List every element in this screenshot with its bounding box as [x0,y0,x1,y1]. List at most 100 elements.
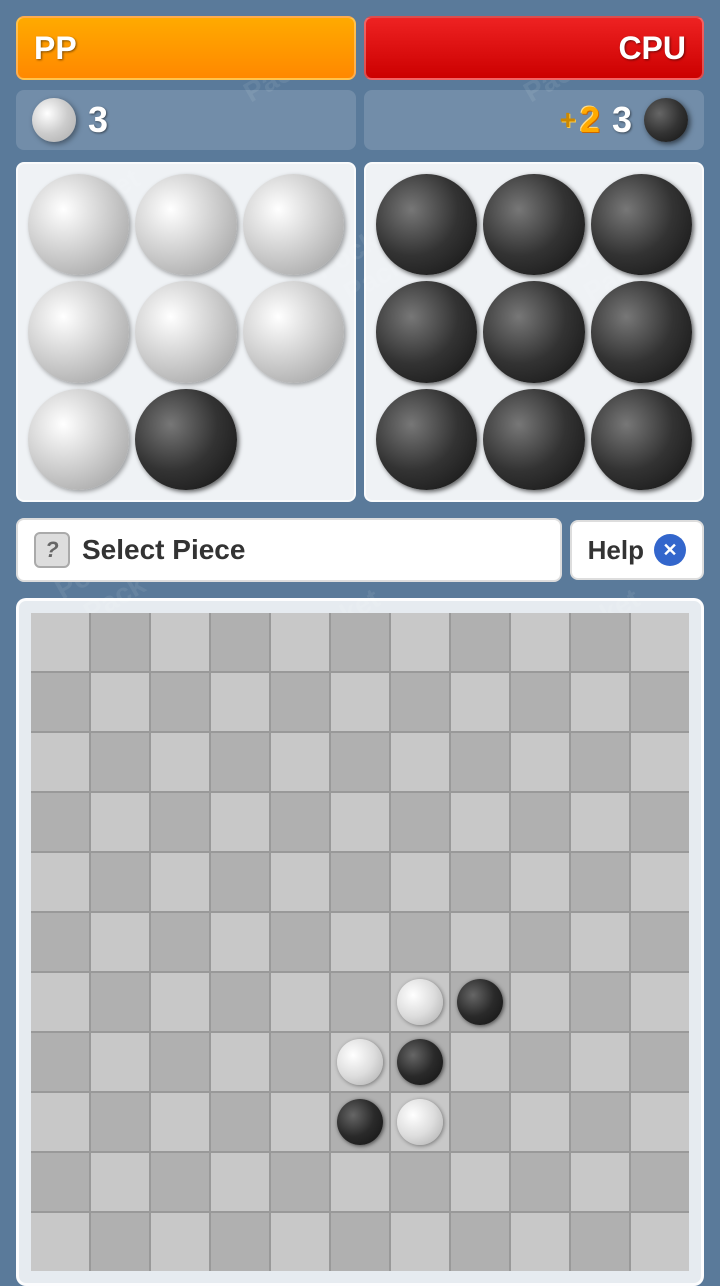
board-cell-8-10[interactable] [631,1093,689,1151]
board-cell-9-2[interactable] [151,1153,209,1211]
board-cell-5-0[interactable] [31,913,89,971]
board-cell-3-10[interactable] [631,793,689,851]
board-cell-6-8[interactable] [511,973,569,1031]
board-cell-0-3[interactable] [211,613,269,671]
board-cell-5-9[interactable] [571,913,629,971]
board-cell-3-3[interactable] [211,793,269,851]
board-cell-8-0[interactable] [31,1093,89,1151]
board-cell-2-10[interactable] [631,733,689,791]
board-cell-6-0[interactable] [31,973,89,1031]
board-cell-10-8[interactable] [511,1213,569,1271]
board-cell-10-10[interactable] [631,1213,689,1271]
board-cell-5-7[interactable] [451,913,509,971]
board-cell-9-4[interactable] [271,1153,329,1211]
board-cell-5-6[interactable] [391,913,449,971]
board-cell-4-0[interactable] [31,853,89,911]
board-cell-0-4[interactable] [271,613,329,671]
board-cell-7-6[interactable] [391,1033,449,1091]
board-cell-9-8[interactable] [511,1153,569,1211]
board-cell-4-10[interactable] [631,853,689,911]
board-cell-7-5[interactable] [331,1033,389,1091]
board-cell-3-8[interactable] [511,793,569,851]
board-cell-4-8[interactable] [511,853,569,911]
board-cell-0-6[interactable] [391,613,449,671]
board-cell-9-1[interactable] [91,1153,149,1211]
board-cell-10-3[interactable] [211,1213,269,1271]
board-cell-1-8[interactable] [511,673,569,731]
board-cell-1-9[interactable] [571,673,629,731]
board-cell-7-2[interactable] [151,1033,209,1091]
board-cell-0-8[interactable] [511,613,569,671]
board-cell-1-10[interactable] [631,673,689,731]
board-cell-9-10[interactable] [631,1153,689,1211]
board-cell-10-7[interactable] [451,1213,509,1271]
board-cell-5-5[interactable] [331,913,389,971]
select-piece-box[interactable]: ? Select Piece [16,518,562,582]
board-cell-2-0[interactable] [31,733,89,791]
board-cell-4-6[interactable] [391,853,449,911]
board-cell-7-0[interactable] [31,1033,89,1091]
board-cell-10-1[interactable] [91,1213,149,1271]
board-cell-4-3[interactable] [211,853,269,911]
board-cell-6-2[interactable] [151,973,209,1031]
board-cell-2-8[interactable] [511,733,569,791]
board-cell-2-5[interactable] [331,733,389,791]
board-cell-10-2[interactable] [151,1213,209,1271]
board-cell-9-0[interactable] [31,1153,89,1211]
board-cell-1-4[interactable] [271,673,329,731]
board-cell-7-8[interactable] [511,1033,569,1091]
board-cell-10-4[interactable] [271,1213,329,1271]
board-cell-5-4[interactable] [271,913,329,971]
board-cell-0-1[interactable] [91,613,149,671]
board-cell-4-2[interactable] [151,853,209,911]
board-cell-3-5[interactable] [331,793,389,851]
board-cell-2-3[interactable] [211,733,269,791]
board-cell-0-0[interactable] [31,613,89,671]
board-cell-4-4[interactable] [271,853,329,911]
board-cell-8-3[interactable] [211,1093,269,1151]
close-button[interactable]: ✕ [654,534,686,566]
board-cell-5-8[interactable] [511,913,569,971]
board-cell-5-1[interactable] [91,913,149,971]
board-cell-1-3[interactable] [211,673,269,731]
board-cell-3-6[interactable] [391,793,449,851]
board-cell-3-4[interactable] [271,793,329,851]
board-cell-10-5[interactable] [331,1213,389,1271]
board-cell-5-10[interactable] [631,913,689,971]
board-cell-10-6[interactable] [391,1213,449,1271]
board-cell-1-0[interactable] [31,673,89,731]
board-cell-0-5[interactable] [331,613,389,671]
board-cell-7-1[interactable] [91,1033,149,1091]
board-cell-8-8[interactable] [511,1093,569,1151]
board-cell-4-5[interactable] [331,853,389,911]
board-cell-9-3[interactable] [211,1153,269,1211]
board-cell-8-5[interactable] [331,1093,389,1151]
board-cell-9-9[interactable] [571,1153,629,1211]
board-cell-2-2[interactable] [151,733,209,791]
board-cell-9-6[interactable] [391,1153,449,1211]
board-cell-10-0[interactable] [31,1213,89,1271]
board-cell-6-10[interactable] [631,973,689,1031]
board-cell-5-2[interactable] [151,913,209,971]
board-cell-5-3[interactable] [211,913,269,971]
board-cell-1-5[interactable] [331,673,389,731]
board-cell-6-1[interactable] [91,973,149,1031]
board-cell-6-6[interactable] [391,973,449,1031]
board-cell-6-3[interactable] [211,973,269,1031]
board-cell-1-6[interactable] [391,673,449,731]
board-cell-7-10[interactable] [631,1033,689,1091]
board-cell-7-4[interactable] [271,1033,329,1091]
board-cell-0-10[interactable] [631,613,689,671]
board-cell-7-7[interactable] [451,1033,509,1091]
board-cell-7-9[interactable] [571,1033,629,1091]
board-cell-4-7[interactable] [451,853,509,911]
game-board[interactable] [31,613,689,1271]
board-cell-3-2[interactable] [151,793,209,851]
board-cell-1-1[interactable] [91,673,149,731]
board-cell-9-7[interactable] [451,1153,509,1211]
board-cell-2-7[interactable] [451,733,509,791]
board-cell-8-7[interactable] [451,1093,509,1151]
board-cell-6-4[interactable] [271,973,329,1031]
board-cell-8-9[interactable] [571,1093,629,1151]
board-cell-4-9[interactable] [571,853,629,911]
